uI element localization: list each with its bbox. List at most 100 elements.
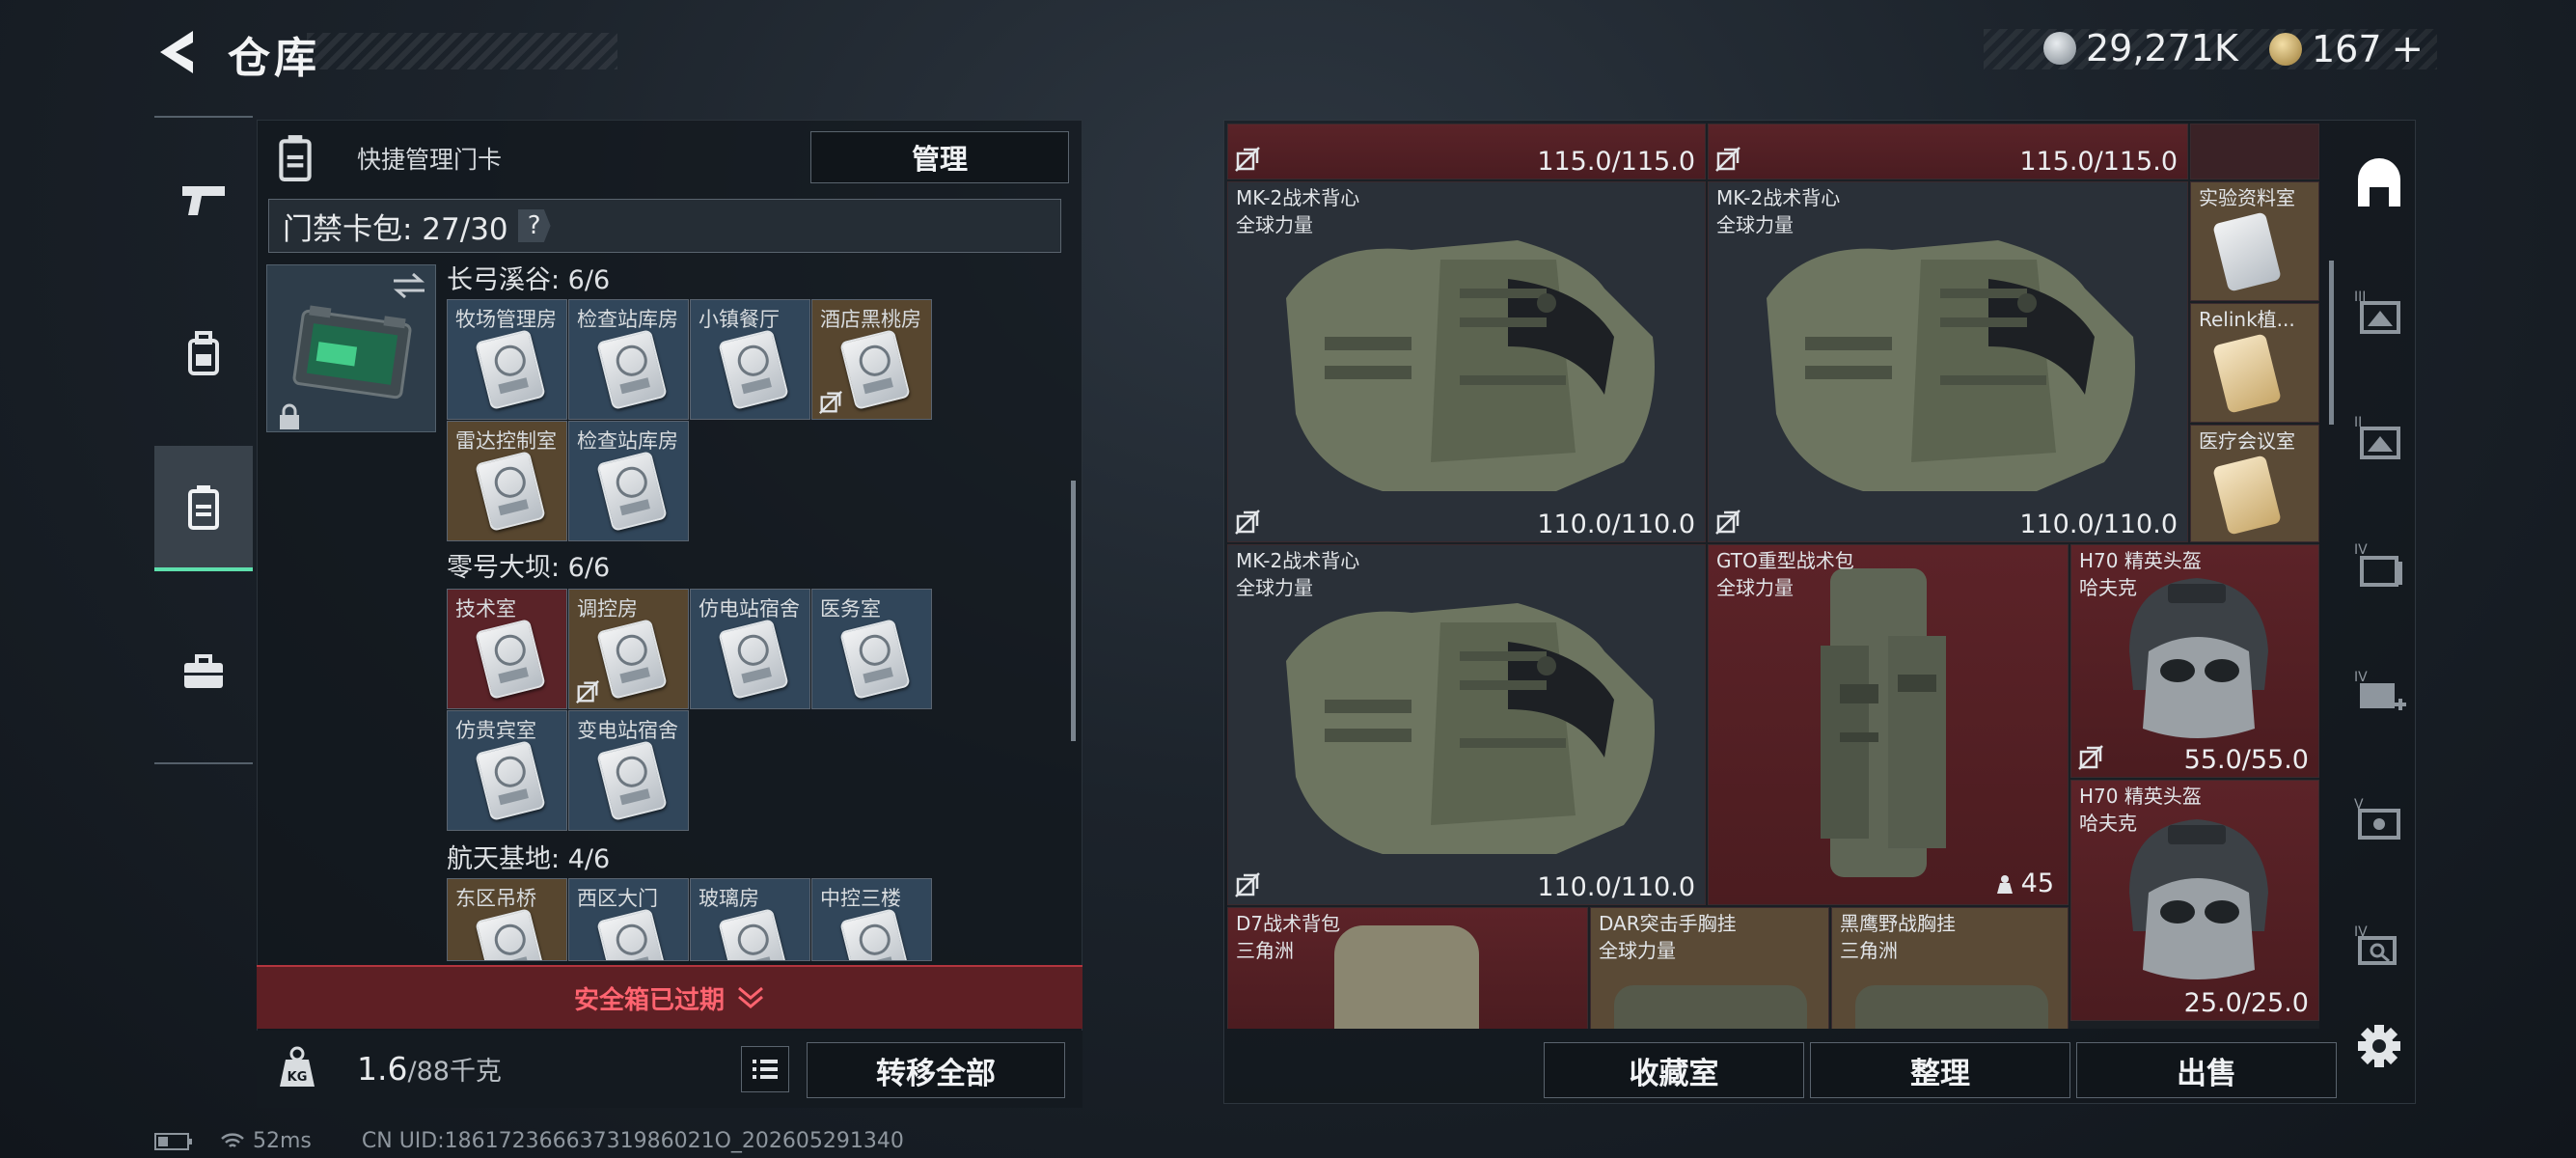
item-faction: 三角洲 (1840, 939, 1898, 962)
no-extract-icon (1235, 872, 1260, 897)
inventory-item[interactable] (2190, 124, 2319, 179)
room-card-tile[interactable]: 检查站库房 (568, 421, 689, 541)
keycard-image (839, 908, 911, 960)
nav-storage-2[interactable]: II (2352, 411, 2406, 465)
backpack-item-gto[interactable]: GTO重型战术包 全球力量 45 (1708, 544, 2069, 905)
item-faction: 全球力量 (1236, 576, 1313, 599)
no-extract-icon (1715, 510, 1740, 535)
room-card-tile[interactable]: 雷达控制室 (447, 421, 567, 541)
room-card-name: 医务室 (820, 597, 881, 620)
gold-add-button[interactable]: + (2392, 27, 2425, 71)
keycard-manage-icon (276, 133, 315, 181)
list-view-button[interactable] (741, 1046, 789, 1092)
svg-text:IV: IV (2354, 542, 2368, 558)
room-card-tile[interactable]: 调控房 (568, 589, 689, 709)
room-card-tile[interactable]: 东区吊桥 (447, 878, 567, 961)
no-extract-icon (1715, 147, 1740, 172)
room-card-tile[interactable]: 西区大门 (568, 878, 689, 961)
nav-storage-search[interactable]: IV (2352, 921, 2406, 975)
nav-storage-3[interactable]: III (2352, 286, 2406, 340)
keycard-image (2212, 333, 2282, 414)
nav-storage-4[interactable]: IV (2352, 538, 2406, 593)
card-bag-count: 门禁卡包: 27/30 (283, 211, 508, 247)
room-card-tile[interactable]: 技术室 (447, 589, 567, 709)
chest-rig-image (1855, 985, 2048, 1029)
chest-rig-item-hawk[interactable]: 黑鹰野战胸挂 三角洲 (1831, 907, 2069, 1029)
storage-iv-search-icon: IV (2354, 924, 2397, 965)
no-extract-icon (576, 680, 599, 703)
nav-equipment[interactable] (154, 291, 253, 417)
room-card-name: 检查站库房 (577, 308, 678, 331)
keycard-image (596, 908, 668, 960)
keycard-item-lab[interactable]: 实验资料室 (2190, 181, 2319, 301)
sell-button[interactable]: 出售 (2076, 1042, 2337, 1098)
room-card-tile[interactable]: 酒店黑桃房 (811, 299, 932, 420)
vest-item-2[interactable]: MK-2战术背心 全球力量 110.0/110.0 (1708, 181, 2188, 542)
settings-button[interactable] (2352, 1019, 2406, 1073)
room-card-tile[interactable]: 玻璃房 (690, 878, 810, 961)
backpack-item-d7[interactable]: D7战术背包 三角洲 (1227, 907, 1588, 1029)
item-faction: 三角洲 (1236, 939, 1294, 962)
card-bag-header[interactable]: 门禁卡包: 27/30 ? (268, 199, 1061, 253)
durability-label: 115.0/115.0 (1537, 147, 1695, 177)
safe-box-expired-banner[interactable]: 安全箱已过期 (257, 965, 1082, 1029)
room-card-tile[interactable]: 仿电站宿舍 (690, 589, 810, 709)
left-category-nav (154, 116, 253, 764)
keycard-item-medical[interactable]: 医疗会议室 (2190, 425, 2319, 542)
item-name: D7战术背包 (1236, 912, 1341, 935)
nav-keycards[interactable] (154, 446, 253, 571)
storage-iv-add-icon: IV (2354, 670, 2406, 710)
nav-tools[interactable] (154, 610, 253, 735)
room-card-tile[interactable]: 牧场管理房 (447, 299, 567, 420)
nav-weapons[interactable] (154, 137, 253, 262)
room-card-tile[interactable]: 小镇餐厅 (690, 299, 810, 420)
help-icon[interactable]: ? (517, 209, 551, 242)
vest-item-1[interactable]: MK-2战术背心 全球力量 110.0/110.0 (1227, 181, 1706, 542)
room-card-tile[interactable]: 中控三楼 (811, 878, 932, 961)
inventory-item[interactable]: 115.0/115.0 (1708, 124, 2188, 179)
battery-icon (154, 1132, 192, 1150)
transfer-all-button[interactable]: 转移全部 (807, 1042, 1065, 1098)
nav-storage-5[interactable]: V (2352, 793, 2406, 847)
chest-rig-item-dar[interactable]: DAR突击手胸挂 全球力量 (1590, 907, 1829, 1029)
helmet-item-2[interactable]: H70 精英头盔 哈夫克 25.0/25.0 (2070, 780, 2319, 1021)
inventory-scrollbar[interactable] (2329, 261, 2334, 425)
collection-room-button[interactable]: 收藏室 (1544, 1042, 1804, 1098)
keycard-item-relink[interactable]: Relink植... (2190, 303, 2319, 423)
room-card-tile[interactable]: 仿贵宾室 (447, 710, 567, 831)
weight-readout: 1.6/88千克 (357, 1050, 502, 1088)
room-card-tile[interactable]: 变电站宿舍 (568, 710, 689, 831)
item-name: MK-2战术背心 (1236, 549, 1360, 572)
backpack-image (1334, 925, 1479, 1029)
chest-rig-image (1614, 985, 1807, 1029)
swap-icon[interactable] (392, 272, 426, 299)
wifi-icon (221, 1132, 244, 1147)
room-card-name: 玻璃房 (699, 887, 759, 910)
room-card-tile[interactable]: 检查站库房 (568, 299, 689, 420)
back-button[interactable] (154, 27, 199, 77)
ping: 52ms (253, 1129, 312, 1153)
no-extract-icon (2078, 745, 2103, 770)
currency-silver[interactable]: 29,271K (2043, 27, 2238, 69)
keycard-image (718, 908, 789, 960)
item-name: H70 精英头盔 (2079, 785, 2202, 808)
sort-button[interactable]: 整理 (1810, 1042, 2070, 1098)
durability-label: 25.0/25.0 (2183, 988, 2309, 1018)
manage-button[interactable]: 管理 (810, 131, 1069, 183)
inventory-item[interactable]: 115.0/115.0 (1227, 124, 1706, 179)
vest-item-3[interactable]: MK-2战术背心 全球力量 110.0/110.0 (1227, 544, 1706, 905)
item-name: MK-2战术背心 (1236, 186, 1360, 209)
keycard-image (475, 619, 546, 700)
room-card-name: 酒店黑桃房 (820, 308, 921, 331)
currency-gold[interactable]: 167 + (2269, 27, 2424, 71)
nav-storage-4-add[interactable]: IV (2352, 666, 2406, 720)
item-faction: 全球力量 (1716, 213, 1794, 236)
nav-shelter[interactable] (2352, 158, 2406, 212)
room-card-name: 检查站库房 (577, 429, 678, 453)
keycard-scrollbar[interactable] (1071, 481, 1076, 741)
keycard-image (718, 619, 789, 700)
room-card-tile[interactable]: 医务室 (811, 589, 932, 709)
item-faction: 哈夫克 (2079, 812, 2137, 835)
helmet-item-1[interactable]: H70 精英头盔 哈夫克 55.0/55.0 (2070, 544, 2319, 778)
region-header-dam: 零号大坝: 6/6 (447, 553, 611, 583)
